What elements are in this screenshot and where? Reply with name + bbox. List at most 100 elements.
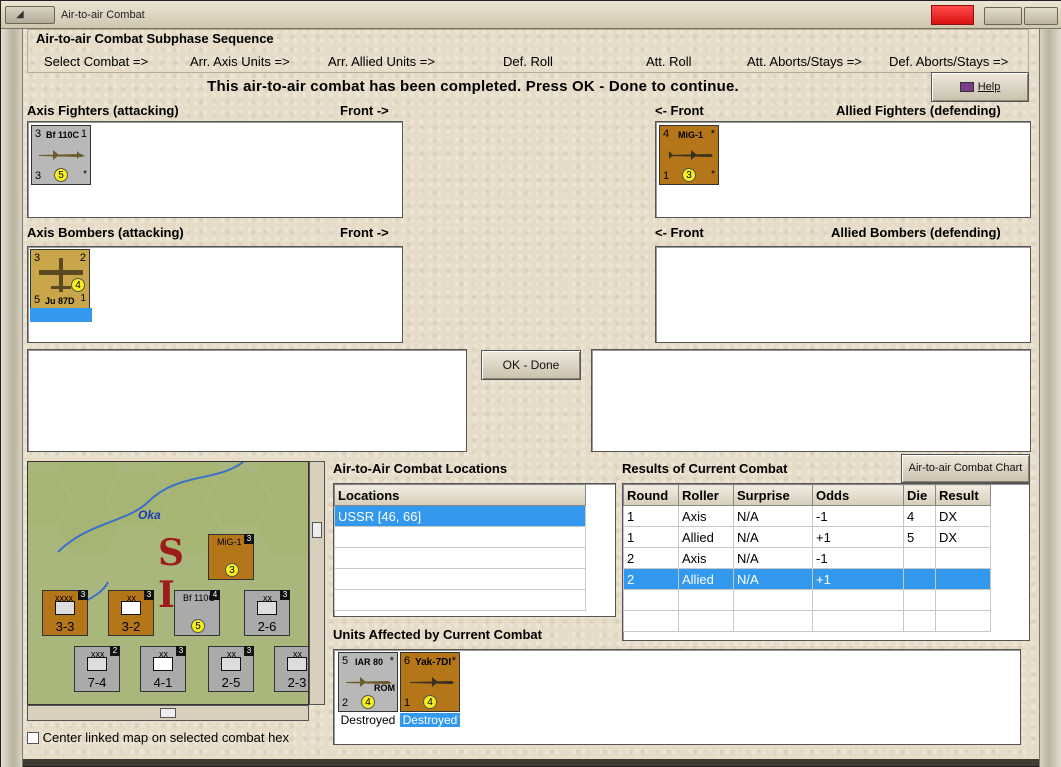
affected-units-box[interactable]: 5 IAR 80 * ROM 2 4 Destroyed 6 Yak-7DI *… xyxy=(333,649,1021,745)
allied-fighters-box[interactable]: 4 MiG-1 * 1 3 * xyxy=(655,121,1031,218)
result-row[interactable]: 2 Allied N/A +1 xyxy=(623,568,991,590)
allied-fighters-front-label: <- Front xyxy=(655,103,704,118)
cell xyxy=(903,568,936,590)
infantry-icon xyxy=(87,657,107,671)
counter-tr: * xyxy=(451,655,456,667)
counter-br: * xyxy=(711,169,715,180)
cell: 5 xyxy=(903,526,936,548)
axis-fighters-box[interactable]: 3 Bf 110C 1 3 5 * xyxy=(27,121,403,218)
column-header[interactable]: Round xyxy=(623,484,679,506)
result-row[interactable]: 1 Allied N/A +1 5 DX xyxy=(623,526,991,548)
map-vertical-scrollbar[interactable] xyxy=(309,461,325,705)
cell: Axis xyxy=(678,505,734,527)
cell: Allied xyxy=(678,526,734,548)
phase-steps: Select Combat => Arr. Axis Units => Arr.… xyxy=(28,54,1030,70)
map-counter-value: 3-2 xyxy=(121,619,141,634)
map-counter-value: 3 xyxy=(225,563,239,577)
cell: +1 xyxy=(812,568,904,590)
map-counter[interactable]: xx 2-6 3 xyxy=(244,590,290,636)
result-row[interactable]: 2 Axis N/A -1 xyxy=(623,547,991,569)
counter-circle: 3 xyxy=(682,168,696,182)
cell: -1 xyxy=(812,547,904,569)
help-button[interactable]: Help xyxy=(931,72,1029,102)
map-counter[interactable]: xx 3-2 3 xyxy=(108,590,154,636)
river-label: Oka xyxy=(138,508,161,522)
infantry-icon xyxy=(55,601,75,615)
results-list[interactable]: Round Roller Surprise Odds Die Result 1A… xyxy=(622,483,1030,641)
unit-counter-bf110c[interactable]: 3 Bf 110C 1 3 5 * xyxy=(31,125,91,185)
cell: Allied xyxy=(678,568,734,590)
axis-results-box xyxy=(27,349,467,452)
counter-name: Ju 87D xyxy=(45,296,75,306)
stack-count: 4 xyxy=(210,590,220,600)
result-row[interactable]: 1 Axis N/A -1 4 DX xyxy=(623,505,991,527)
stack-count: 3 xyxy=(244,646,254,656)
map-counter[interactable]: xx 4-1 3 xyxy=(140,646,186,692)
map-counter-value: 2-5 xyxy=(221,675,241,690)
map-counter-value: 5 xyxy=(191,619,205,633)
status-message: This air-to-air combat has been complete… xyxy=(207,78,739,95)
book-icon xyxy=(959,82,974,93)
locations-list[interactable]: Locations USSR [46, 66] xyxy=(333,483,616,617)
checkbox-icon[interactable] xyxy=(27,731,39,744)
column-header[interactable]: Odds xyxy=(812,484,904,506)
left-frame xyxy=(1,29,23,767)
fighter-plane-icon xyxy=(39,150,85,160)
cell: N/A xyxy=(733,547,813,569)
unit-counter-ju87d[interactable]: 3 2 5 Ju 87D 4 1 xyxy=(30,249,90,309)
counter-tl: 3 xyxy=(35,128,42,140)
map-horizontal-scrollbar[interactable] xyxy=(27,705,309,721)
unit-counter-yak7di[interactable]: 6 Yak-7DI * 1 4 xyxy=(400,652,460,712)
unit-counter-iar80[interactable]: 5 IAR 80 * ROM 2 4 xyxy=(338,652,398,712)
infantry-icon xyxy=(257,601,277,615)
fighter-plane-icon xyxy=(669,150,713,160)
axis-bombers-box[interactable]: 3 2 5 Ju 87D 4 1 xyxy=(27,246,403,343)
center-map-checkbox[interactable]: Center linked map on selected combat hex xyxy=(27,729,289,745)
column-header[interactable]: Surprise xyxy=(733,484,813,506)
column-header[interactable]: Roller xyxy=(678,484,734,506)
allied-bombers-box[interactable] xyxy=(655,246,1031,343)
scroll-thumb[interactable] xyxy=(312,522,322,538)
counter-name: Yak-7DI xyxy=(415,657,452,668)
affected-title: Units Affected by Current Combat xyxy=(333,627,542,642)
cell: -1 xyxy=(812,505,904,527)
scroll-thumb[interactable] xyxy=(160,708,176,718)
combat-chart-button[interactable]: Air-to-air Combat Chart xyxy=(901,454,1030,483)
cell: 2 xyxy=(623,547,679,569)
cell: N/A xyxy=(733,505,813,527)
location-cell[interactable]: USSR [46, 66] xyxy=(334,505,586,527)
location-row[interactable]: USSR [46, 66] xyxy=(334,505,586,527)
counter-tr: * xyxy=(389,655,394,667)
right-frame xyxy=(1039,29,1061,767)
counter-tl: 5 xyxy=(342,655,349,667)
column-header[interactable]: Die xyxy=(903,484,936,506)
unit-counter-mig1[interactable]: 4 MiG-1 * 1 3 * xyxy=(659,125,719,185)
counter-bl: 2 xyxy=(342,697,349,709)
counter-bl: 5 xyxy=(34,294,41,306)
counter-tr: * xyxy=(710,128,715,140)
client-area: Air-to-air Combat Subphase Sequence Sele… xyxy=(23,29,1039,759)
map-counter-value: 7-4 xyxy=(87,675,107,690)
counter-circle: 4 xyxy=(361,695,375,709)
close-button[interactable] xyxy=(931,5,974,25)
ok-done-button[interactable]: OK - Done xyxy=(481,350,581,380)
column-header[interactable]: Result xyxy=(935,484,991,506)
system-menu-button[interactable]: ◢ xyxy=(5,6,55,24)
map-counter[interactable]: xx2-33 xyxy=(274,646,308,692)
cell xyxy=(935,547,991,569)
linked-map[interactable]: Oka SC I MiG-133 xxxx3-33 xx3-23 Bf 110C… xyxy=(27,461,309,705)
infantry-icon xyxy=(221,657,241,671)
combat-window: ◢ Air-to-air Combat Air-to-air Combat Su… xyxy=(0,0,1061,767)
map-counter[interactable]: xx 2-5 3 xyxy=(208,646,254,692)
maximize-button[interactable] xyxy=(1024,7,1058,25)
map-counter[interactable]: Bf 110C 5 4 xyxy=(174,590,220,636)
restore-button[interactable] xyxy=(984,7,1022,25)
column-header[interactable]: Locations xyxy=(334,484,586,506)
allied-fighters-label: Allied Fighters (defending) xyxy=(836,103,1001,118)
stack-count: 3 xyxy=(78,590,88,600)
selection-highlight xyxy=(30,308,92,322)
map-counter[interactable]: xxxx 3-3 3 xyxy=(42,590,88,636)
map-counter[interactable]: xxx 7-4 2 xyxy=(74,646,120,692)
map-counter[interactable]: MiG-1 3 3 xyxy=(208,534,254,580)
results-title: Results of Current Combat xyxy=(622,461,788,476)
